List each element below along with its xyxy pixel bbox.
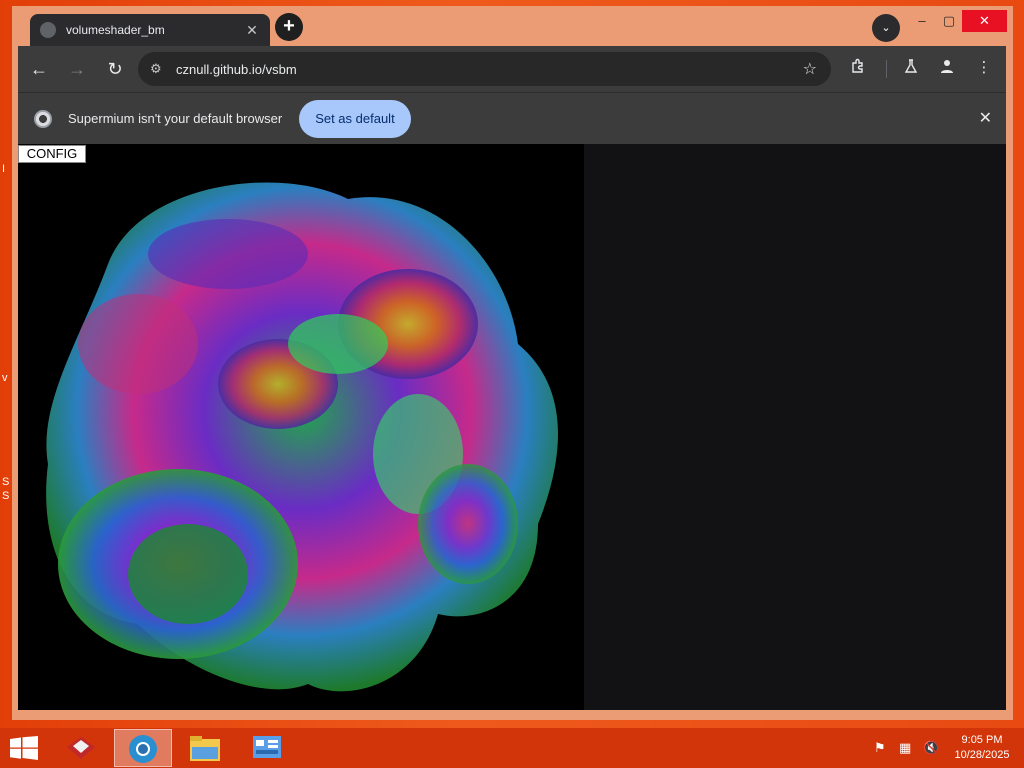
config-button[interactable]: CONFIG <box>18 145 86 163</box>
control-panel-icon[interactable] <box>238 729 296 767</box>
windows-start-icon[interactable] <box>10 736 38 760</box>
volume-muted-icon[interactable]: 🔇 <box>923 740 939 756</box>
browser-window: volumeshader_bm ✕ + ⌄ – ▢ ✕ ← → ↻ ⚙ cznu… <box>12 6 1013 720</box>
taskbar: ⚑ ▦ 🔇 9:05 PM 10/28/2025 <box>0 728 1024 768</box>
minimize-button[interactable]: – <box>908 10 936 32</box>
network-icon[interactable]: ▦ <box>899 740 911 756</box>
set-as-default-button[interactable]: Set as default <box>299 99 411 138</box>
tab-title: volumeshader_bm <box>66 23 165 37</box>
tab-volumeshader[interactable]: volumeshader_bm ✕ <box>30 14 270 46</box>
close-window-button[interactable]: ✕ <box>962 10 1007 32</box>
desktop-text-fragment: I <box>2 163 6 175</box>
infobar-close-icon[interactable]: ✕ <box>979 108 992 128</box>
puzzle-icon[interactable] <box>846 58 870 78</box>
person-icon[interactable] <box>935 58 959 78</box>
tab-strip: volumeshader_bm ✕ + ⌄ – ▢ ✕ <box>12 6 1013 46</box>
globe-icon <box>40 22 56 38</box>
clock-date: 10/28/2025 <box>954 749 1010 761</box>
desktop-text-fragment: S <box>2 490 10 502</box>
reload-button[interactable]: ↻ <box>98 52 132 86</box>
toolbar-separator <box>886 60 887 78</box>
infobar-message: Supermium isn't your default browser <box>68 111 283 126</box>
default-browser-infobar: Supermium isn't your default browser Set… <box>18 92 1006 144</box>
desktop-text-fragment: v <box>2 372 8 384</box>
url-text[interactable]: cznull.github.io/vsbm <box>176 62 803 77</box>
tab-search-button[interactable]: ⌄ <box>872 14 900 42</box>
clock-time: 9:05 PM <box>961 734 1003 746</box>
fractal-render <box>46 182 558 692</box>
menu-button[interactable]: ⋮ <box>972 58 996 76</box>
desktop-text-fragment: S <box>2 476 10 488</box>
empty-pane <box>584 144 1006 710</box>
tab-close-icon[interactable]: ✕ <box>244 22 260 39</box>
maximize-button[interactable]: ▢ <box>935 10 963 32</box>
system-clock[interactable]: 9:05 PM 10/28/2025 <box>946 733 1018 763</box>
new-tab-button[interactable]: + <box>275 13 303 41</box>
back-button[interactable]: ← <box>22 52 56 86</box>
file-explorer-icon[interactable] <box>176 729 234 767</box>
action-center-flag-icon[interactable]: ⚑ <box>874 740 886 756</box>
bookmark-star-icon[interactable]: ☆ <box>803 59 817 79</box>
browser-toolbar: ← → ↻ ⚙ cznull.github.io/vsbm ☆ ⋮ <box>18 46 1006 92</box>
render-canvas[interactable]: CONFIG <box>18 144 584 710</box>
address-bar[interactable]: ⚙ cznull.github.io/vsbm ☆ <box>138 52 831 86</box>
page-content: CONFIG <box>18 144 1006 710</box>
forward-button[interactable]: → <box>60 52 94 86</box>
flask-icon[interactable] <box>899 58 923 78</box>
browser-icon[interactable] <box>114 729 172 767</box>
browser-logo-icon <box>34 109 52 128</box>
site-settings-icon[interactable]: ⚙ <box>150 61 170 77</box>
toolbox-icon[interactable] <box>52 729 110 767</box>
